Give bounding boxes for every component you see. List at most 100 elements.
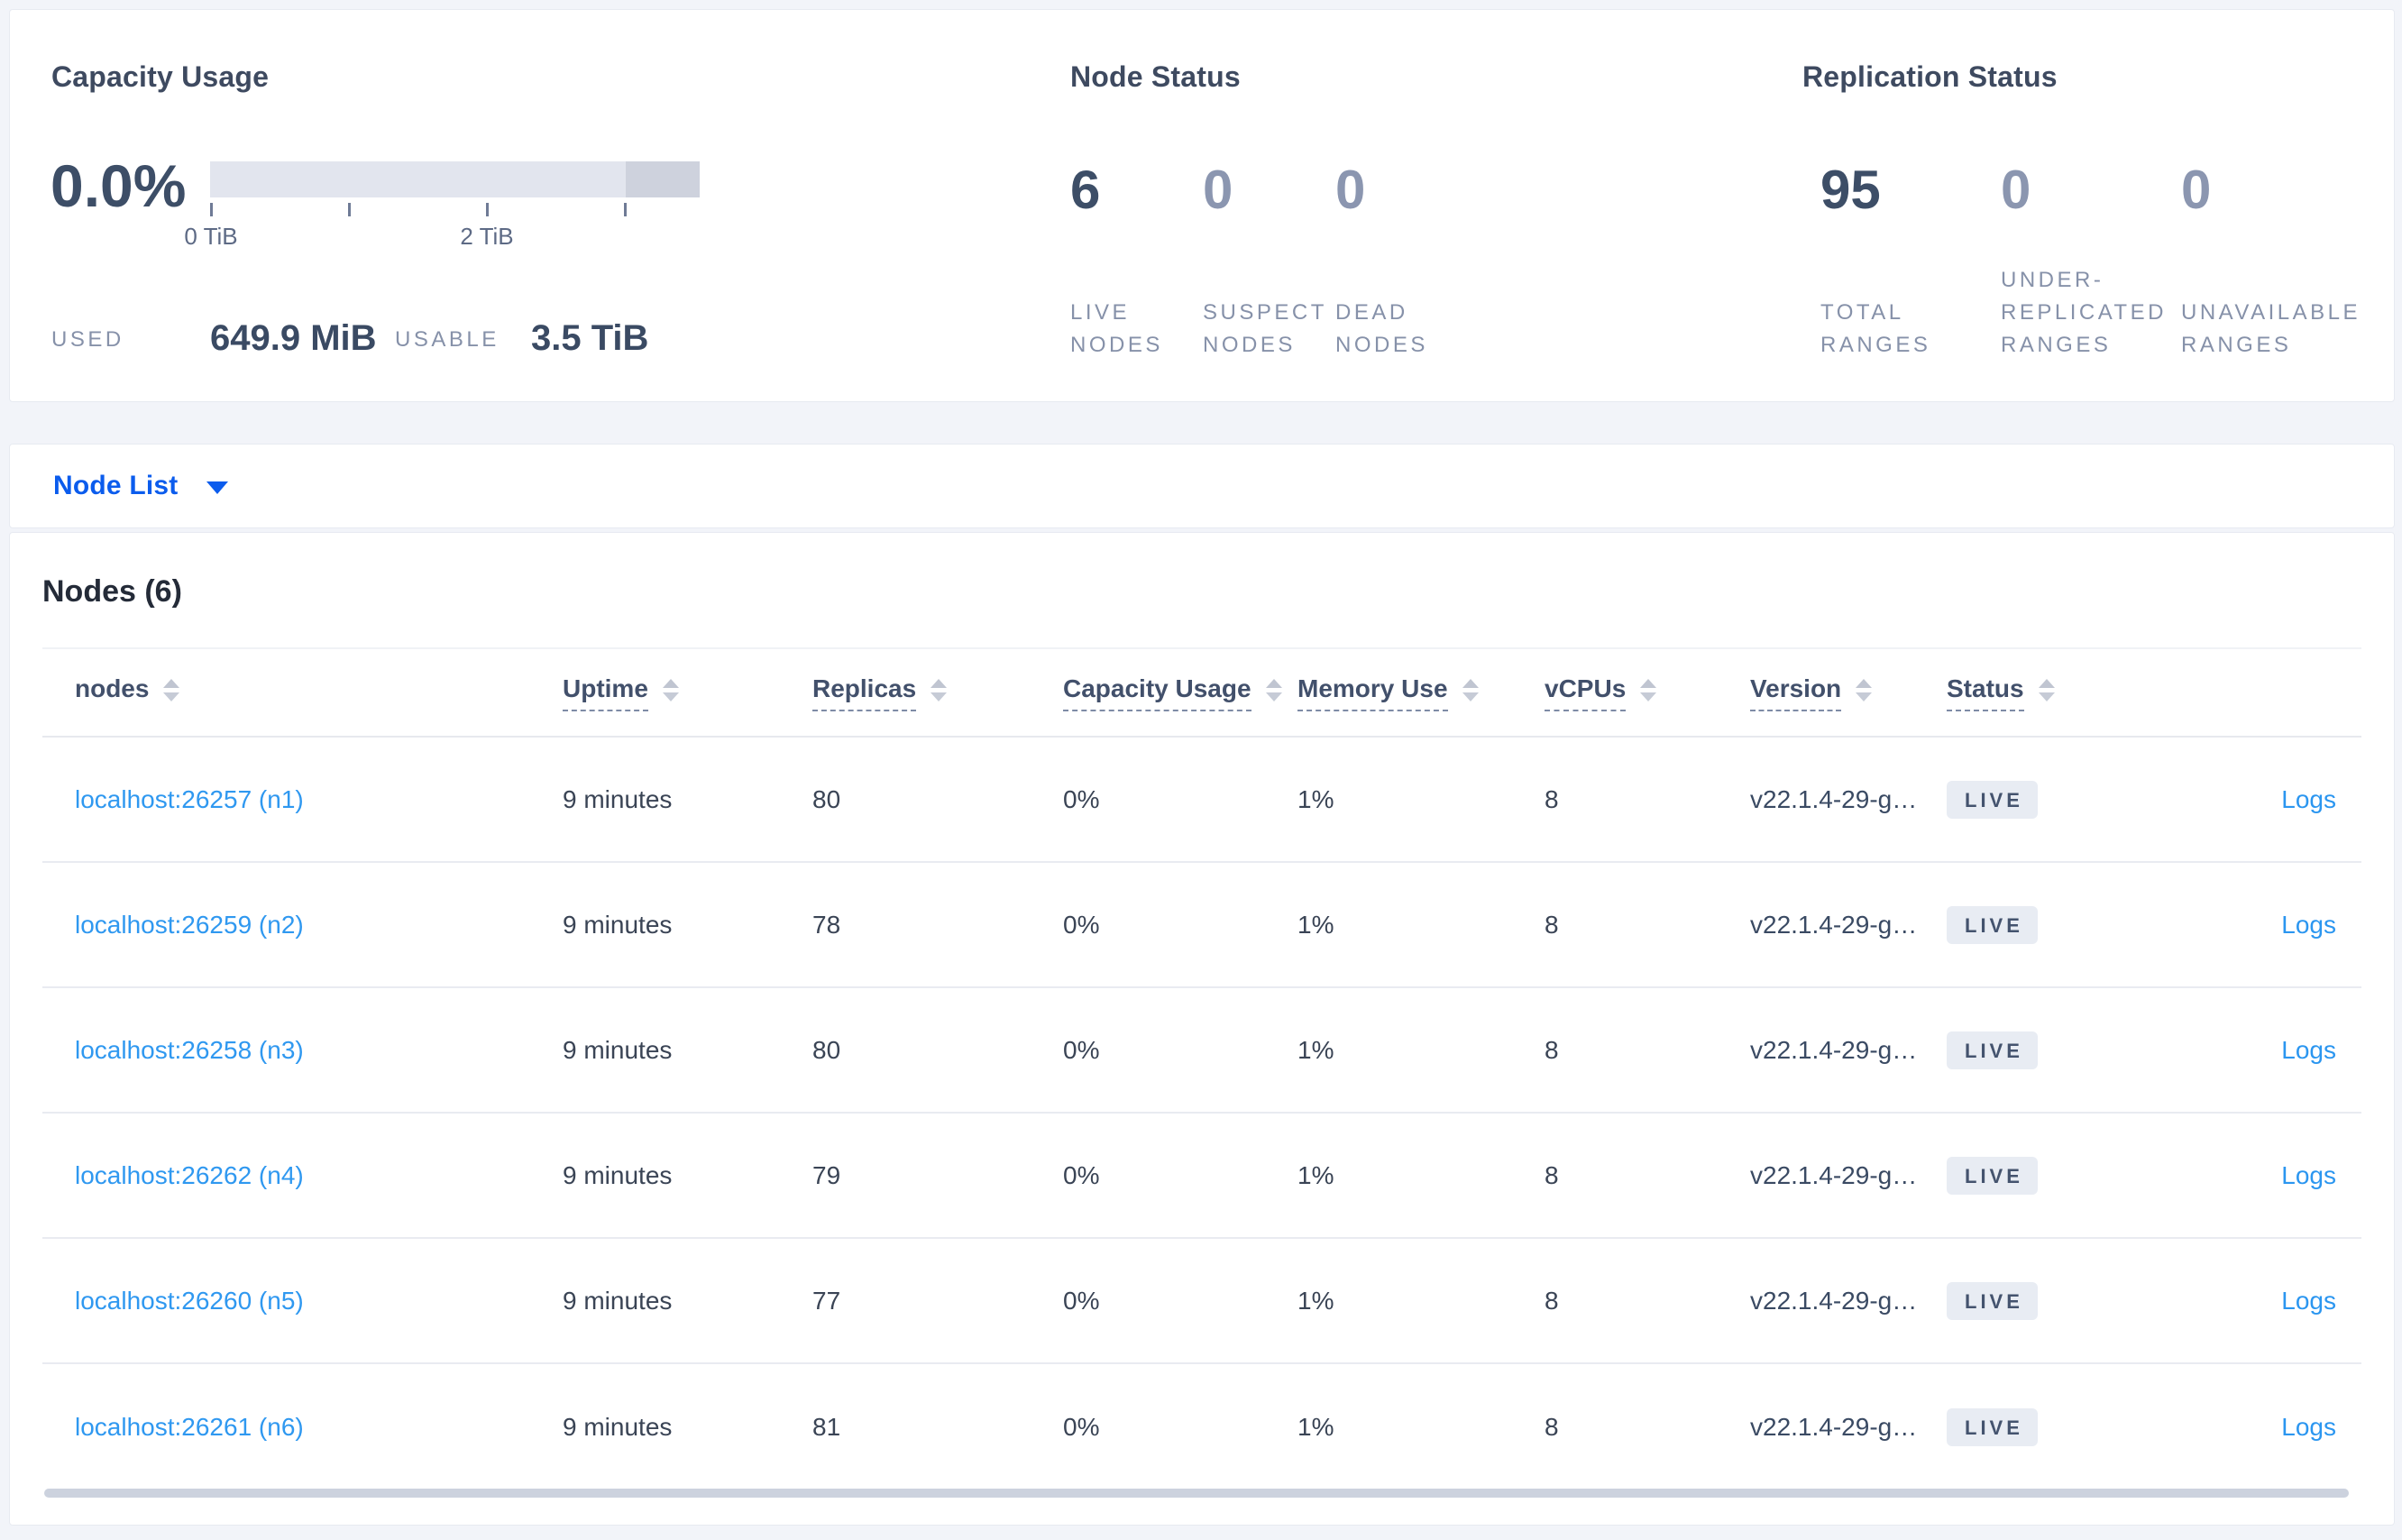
node-address-link[interactable]: localhost:26257 (n1) — [75, 785, 304, 813]
column-header-memory-use[interactable]: Memory Use — [1297, 674, 1545, 711]
status-cell: LIVE — [1947, 780, 2183, 819]
table-row: localhost:26260 (n5) 9 minutes 77 0% 1% 8 v22.… — [42, 1239, 2361, 1364]
logs-cell: Logs — [2183, 911, 2361, 940]
node-status-stat: 0 SUSPECT NODES — [1203, 163, 1335, 362]
nodes-table: nodes Uptime Replicas Capacity Usage Memory … — [42, 647, 2361, 1490]
capacity-usage-cell: 0% — [1063, 1286, 1100, 1315]
status-badge: LIVE — [1947, 1031, 2038, 1069]
replication-label: UNDER-REPLICATED RANGES — [2001, 268, 2167, 357]
status-badge: LIVE — [1947, 1281, 2038, 1320]
logs-link[interactable]: Logs — [2281, 785, 2336, 813]
column-header-vcpus[interactable]: vCPUs — [1545, 674, 1750, 711]
node-list-dropdown-label: Node List — [53, 471, 179, 500]
replication-stat: 95 TOTAL RANGES — [1820, 163, 2001, 362]
column-header-replicas[interactable]: Replicas — [812, 674, 1063, 711]
version-cell: v22.1.4-29-g… — [1750, 784, 1918, 813]
sort-arrows-icon[interactable] — [1462, 678, 1479, 701]
status-badge: LIVE — [1947, 905, 2038, 944]
column-header-status[interactable]: Status — [1947, 674, 2183, 711]
node-address-cell: localhost:26257 (n1) — [42, 785, 563, 814]
node-address-link[interactable]: localhost:26261 (n6) — [75, 1413, 304, 1441]
version-cell: v22.1.4-29-g… — [1750, 1160, 1918, 1189]
node-address-link[interactable]: localhost:26259 (n2) — [75, 911, 304, 939]
capacity-bar-reserved-fill — [626, 161, 700, 197]
table-row: localhost:26258 (n3) 9 minutes 80 0% 1% 8 v22.… — [42, 988, 2361, 1114]
node-address-cell: localhost:26258 (n3) — [42, 1036, 563, 1065]
sort-arrows-icon[interactable] — [662, 678, 679, 701]
node-list-dropdown[interactable]: Node List — [53, 445, 229, 527]
nodes-table-title: Nodes (6) — [42, 574, 182, 609]
replication-value: 0 — [2181, 160, 2212, 220]
replicas-cell: 78 — [812, 910, 841, 939]
logs-cell: Logs — [2183, 1413, 2361, 1442]
node-address-link[interactable]: localhost:26262 (n4) — [75, 1161, 304, 1189]
column-header-label: vCPUs — [1545, 674, 1627, 711]
status-cell: LIVE — [1947, 1407, 2183, 1446]
capacity-axis-tick — [210, 203, 213, 216]
memory-use-cell: 1% — [1297, 910, 1334, 939]
node-address-cell: localhost:26262 (n4) — [42, 1161, 563, 1190]
column-header-capacity-usage[interactable]: Capacity Usage — [1063, 674, 1297, 711]
column-header-uptime[interactable]: Uptime — [563, 674, 812, 711]
memory-use-cell: 1% — [1297, 784, 1334, 813]
logs-link[interactable]: Logs — [2281, 1413, 2336, 1441]
replication-status-title: Replication Status — [1802, 60, 2058, 93]
used-value: 649.9 MiB — [210, 318, 377, 358]
logs-link[interactable]: Logs — [2281, 1036, 2336, 1064]
logs-link[interactable]: Logs — [2281, 911, 2336, 939]
column-header-nodes[interactable]: nodes — [42, 674, 563, 711]
memory-use-cell: 1% — [1297, 1412, 1334, 1441]
nodes-table-card: Nodes (6) nodes Uptime Replicas Capacity Us… — [9, 532, 2395, 1526]
version-cell: v22.1.4-29-g… — [1750, 1035, 1918, 1064]
replicas-cell: 77 — [812, 1286, 841, 1315]
logs-link[interactable]: Logs — [2281, 1287, 2336, 1315]
node-address-cell: localhost:26259 (n2) — [42, 911, 563, 940]
sort-arrows-icon[interactable] — [163, 678, 180, 701]
usable-value: 3.5 TiB — [531, 318, 649, 358]
sort-arrows-icon[interactable] — [1265, 678, 1282, 701]
vcpus-cell: 8 — [1545, 1286, 1559, 1315]
column-header-label: nodes — [75, 674, 150, 702]
sort-arrows-icon[interactable] — [1640, 678, 1657, 701]
replicas-cell: 80 — [812, 784, 841, 813]
status-cell: LIVE — [1947, 1156, 2183, 1195]
sort-arrows-icon[interactable] — [931, 678, 948, 701]
node-status-title: Node Status — [1070, 60, 1241, 93]
column-header-label: Replicas — [812, 674, 917, 711]
chevron-down-icon — [206, 481, 229, 494]
capacity-usage-cell: 0% — [1063, 1160, 1100, 1189]
column-header-label: Capacity Usage — [1063, 674, 1251, 711]
capacity-axis-tick — [348, 203, 351, 216]
version-cell: v22.1.4-29-g… — [1750, 1412, 1918, 1441]
node-address-link[interactable]: localhost:26258 (n3) — [75, 1036, 304, 1064]
horizontal-scrollbar[interactable] — [44, 1489, 2349, 1498]
replication-value: 95 — [1820, 160, 1881, 220]
replicas-cell: 81 — [812, 1412, 841, 1441]
memory-use-cell: 1% — [1297, 1286, 1334, 1315]
replication-value: 0 — [2001, 160, 2031, 220]
sort-arrows-icon[interactable] — [2038, 678, 2055, 701]
table-row: localhost:26259 (n2) 9 minutes 78 0% 1% 8 v22.… — [42, 863, 2361, 988]
usable-label: USABLE — [395, 327, 500, 352]
status-cell: LIVE — [1947, 1281, 2183, 1320]
capacity-usage-bar — [210, 161, 700, 197]
sort-arrows-icon[interactable] — [1856, 678, 1873, 701]
status-badge: LIVE — [1947, 780, 2038, 819]
replication-label: TOTAL RANGES — [1820, 300, 1931, 357]
node-status-label: DEAD NODES — [1335, 300, 1428, 357]
logs-link[interactable]: Logs — [2281, 1161, 2336, 1189]
uptime-cell: 9 minutes — [563, 1412, 673, 1441]
status-badge: LIVE — [1947, 1156, 2038, 1195]
uptime-cell: 9 minutes — [563, 1286, 673, 1315]
node-status-stat: 6 LIVE NODES — [1070, 163, 1203, 362]
capacity-usage-cell: 0% — [1063, 910, 1100, 939]
column-header-label: Memory Use — [1297, 674, 1448, 711]
replicas-cell: 80 — [812, 1035, 841, 1064]
node-address-link[interactable]: localhost:26260 (n5) — [75, 1287, 304, 1315]
column-header-version[interactable]: Version — [1750, 674, 1947, 711]
vcpus-cell: 8 — [1545, 1035, 1559, 1064]
uptime-cell: 9 minutes — [563, 1035, 673, 1064]
nodes-table-body: localhost:26257 (n1) 9 minutes 80 0% 1% 8 v22.… — [42, 738, 2361, 1490]
node-status-value: 6 — [1070, 160, 1101, 220]
capacity-used-percent: 0.0% — [50, 152, 187, 219]
